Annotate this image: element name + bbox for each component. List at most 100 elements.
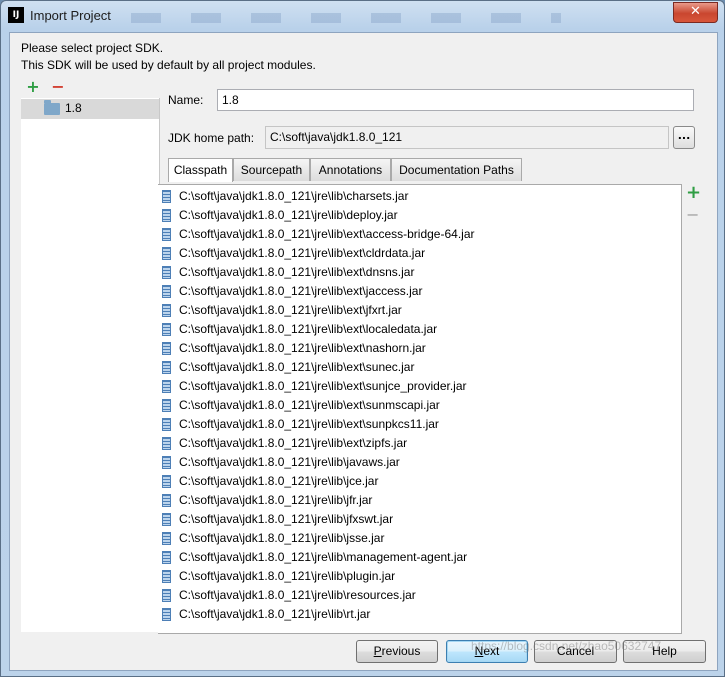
classpath-row[interactable]: C:\soft\java\jdk1.8.0_121\jre\lib\ext\jf… [158,301,678,320]
jar-file-icon [162,456,171,469]
jar-file-icon [162,532,171,545]
previous-mnemonic: P [373,644,382,658]
classpath-entry: C:\soft\java\jdk1.8.0_121\jre\lib\ext\su… [179,379,467,393]
title-bar[interactable]: IJ Import Project ✕ [1,1,724,31]
jar-file-icon [162,285,171,298]
classpath-entry: C:\soft\java\jdk1.8.0_121\jre\lib\ext\jf… [179,303,402,317]
dialog-content: Please select project SDK. This SDK will… [9,32,718,671]
classpath-entry: C:\soft\java\jdk1.8.0_121\jre\lib\ext\na… [179,341,426,355]
intro-line-1: Please select project SDK. [21,41,164,55]
remove-sdk-minus-icon[interactable]: − [51,79,65,95]
sdk-folder-icon [44,100,60,115]
previous-label-rest: revious [381,644,421,658]
watermark-text: https://blog.csdn.net/zhao50632747 [471,639,662,653]
jdk-home-path-field[interactable]: C:\soft\java\jdk1.8.0_121 [265,126,669,149]
classpath-row[interactable]: C:\soft\java\jdk1.8.0_121\jre\lib\ext\cl… [158,244,678,263]
classpath-entry: C:\soft\java\jdk1.8.0_121\jre\lib\jce.ja… [179,474,379,488]
classpath-row[interactable]: C:\soft\java\jdk1.8.0_121\jre\lib\ext\zi… [158,434,678,453]
jar-file-icon [162,418,171,431]
classpath-row[interactable]: C:\soft\java\jdk1.8.0_121\jre\lib\jfxswt… [158,510,678,529]
name-field[interactable]: 1.8 [217,89,694,111]
classpath-row[interactable]: C:\soft\java\jdk1.8.0_121\jre\lib\resour… [158,586,678,605]
classpath-row[interactable]: C:\soft\java\jdk1.8.0_121\jre\lib\deploy… [158,206,678,225]
classpath-entry: C:\soft\java\jdk1.8.0_121\jre\lib\rt.jar [179,607,371,621]
intro-text: Please select project SDK. This SDK will… [21,40,316,74]
intellij-app-icon: IJ [8,7,24,23]
classpath-row[interactable]: C:\soft\java\jdk1.8.0_121\jre\lib\jfr.ja… [158,491,678,510]
classpath-row[interactable]: C:\soft\java\jdk1.8.0_121\jre\lib\ext\ac… [158,225,678,244]
jar-file-icon [162,323,171,336]
jar-file-icon [162,551,171,564]
classpath-row[interactable]: C:\soft\java\jdk1.8.0_121\jre\lib\plugin… [158,567,678,586]
jar-file-icon [162,342,171,355]
classpath-row[interactable]: C:\soft\java\jdk1.8.0_121\jre\lib\manage… [158,548,678,567]
jdk-home-path-label: JDK home path: [168,131,255,145]
classpath-entry: C:\soft\java\jdk1.8.0_121\jre\lib\ext\su… [179,398,440,412]
classpath-entry: C:\soft\java\jdk1.8.0_121\jre\lib\charse… [179,189,409,203]
classpath-entry: C:\soft\java\jdk1.8.0_121\jre\lib\plugin… [179,569,396,583]
tab-annotations[interactable]: Annotations [310,158,391,181]
close-window-button[interactable]: ✕ [673,2,718,23]
tab-classpath[interactable]: Classpath [168,158,233,182]
classpath-entry: C:\soft\java\jdk1.8.0_121\jre\lib\ext\ja… [179,284,423,298]
jar-file-icon [162,266,171,279]
jar-file-icon [162,570,171,583]
previous-button[interactable]: Previous [356,640,438,663]
import-project-dialog: IJ Import Project ✕ Please select projec… [0,0,725,677]
jar-file-icon [162,209,171,222]
classpath-row[interactable]: C:\soft\java\jdk1.8.0_121\jre\lib\ext\su… [158,415,678,434]
jar-file-icon [162,494,171,507]
jar-file-icon [162,608,171,621]
jar-file-icon [162,513,171,526]
window-title: Import Project [30,8,111,23]
classpath-entry: C:\soft\java\jdk1.8.0_121\jre\lib\deploy… [179,208,398,222]
classpath-row[interactable]: C:\soft\java\jdk1.8.0_121\jre\lib\charse… [158,187,678,206]
sdk-list-item-1-8[interactable]: 1.8 [21,99,159,119]
classpath-row[interactable]: C:\soft\java\jdk1.8.0_121\jre\lib\ext\dn… [158,263,678,282]
classpath-entry: C:\soft\java\jdk1.8.0_121\jre\lib\javaws… [179,455,400,469]
classpath-row[interactable]: C:\soft\java\jdk1.8.0_121\jre\lib\jce.ja… [158,472,678,491]
classpath-row[interactable]: C:\soft\java\jdk1.8.0_121\jre\lib\ext\su… [158,396,678,415]
name-label: Name: [168,93,204,107]
browse-button[interactable]: ... [673,126,695,149]
classpath-entry: C:\soft\java\jdk1.8.0_121\jre\lib\ext\lo… [179,322,438,336]
jar-file-icon [162,247,171,260]
classpath-list: C:\soft\java\jdk1.8.0_121\jre\lib\charse… [158,187,678,624]
classpath-panel: C:\soft\java\jdk1.8.0_121\jre\lib\charse… [158,184,682,634]
classpath-entry: C:\soft\java\jdk1.8.0_121\jre\lib\manage… [179,550,468,564]
classpath-entry: C:\soft\java\jdk1.8.0_121\jre\lib\ext\cl… [179,246,426,260]
blurred-background-strip [131,13,561,23]
classpath-row[interactable]: C:\soft\java\jdk1.8.0_121\jre\lib\rt.jar [158,605,678,624]
add-sdk-plus-icon[interactable]: + [26,79,40,95]
classpath-row[interactable]: C:\soft\java\jdk1.8.0_121\jre\lib\ext\lo… [158,320,678,339]
classpath-entry: C:\soft\java\jdk1.8.0_121\jre\lib\ext\zi… [179,436,408,450]
intro-line-2: This SDK will be used by default by all … [21,58,316,72]
classpath-entry: C:\soft\java\jdk1.8.0_121\jre\lib\ext\su… [179,360,415,374]
sdk-list: 1.8 [21,98,160,632]
classpath-row[interactable]: C:\soft\java\jdk1.8.0_121\jre\lib\javaws… [158,453,678,472]
jar-file-icon [162,475,171,488]
tab-sourcepath[interactable]: Sourcepath [233,158,310,181]
classpath-row[interactable]: C:\soft\java\jdk1.8.0_121\jre\lib\ext\ja… [158,282,678,301]
classpath-entry: C:\soft\java\jdk1.8.0_121\jre\lib\resour… [179,588,416,602]
classpath-entry: C:\soft\java\jdk1.8.0_121\jre\lib\jfxswt… [179,512,394,526]
jar-file-icon [162,589,171,602]
classpath-entry: C:\soft\java\jdk1.8.0_121\jre\lib\ext\ac… [179,227,475,241]
jar-file-icon [162,304,171,317]
classpath-row[interactable]: C:\soft\java\jdk1.8.0_121\jre\lib\ext\su… [158,377,678,396]
classpath-row[interactable]: C:\soft\java\jdk1.8.0_121\jre\lib\jsse.j… [158,529,678,548]
classpath-entry: C:\soft\java\jdk1.8.0_121\jre\lib\jsse.j… [179,531,385,545]
classpath-row[interactable]: C:\soft\java\jdk1.8.0_121\jre\lib\ext\na… [158,339,678,358]
classpath-entry: C:\soft\java\jdk1.8.0_121\jre\lib\ext\dn… [179,265,415,279]
jar-file-icon [162,437,171,450]
classpath-row[interactable]: C:\soft\java\jdk1.8.0_121\jre\lib\ext\su… [158,358,678,377]
tab-documentation-paths[interactable]: Documentation Paths [391,158,522,181]
classpath-entry: C:\soft\java\jdk1.8.0_121\jre\lib\ext\su… [179,417,439,431]
sdk-item-label: 1.8 [65,101,82,115]
remove-classpath-minus-icon[interactable]: − [686,207,700,223]
jar-file-icon [162,228,171,241]
jar-file-icon [162,190,171,203]
jar-file-icon [162,361,171,374]
jar-file-icon [162,380,171,393]
add-classpath-plus-icon[interactable]: + [686,184,701,202]
